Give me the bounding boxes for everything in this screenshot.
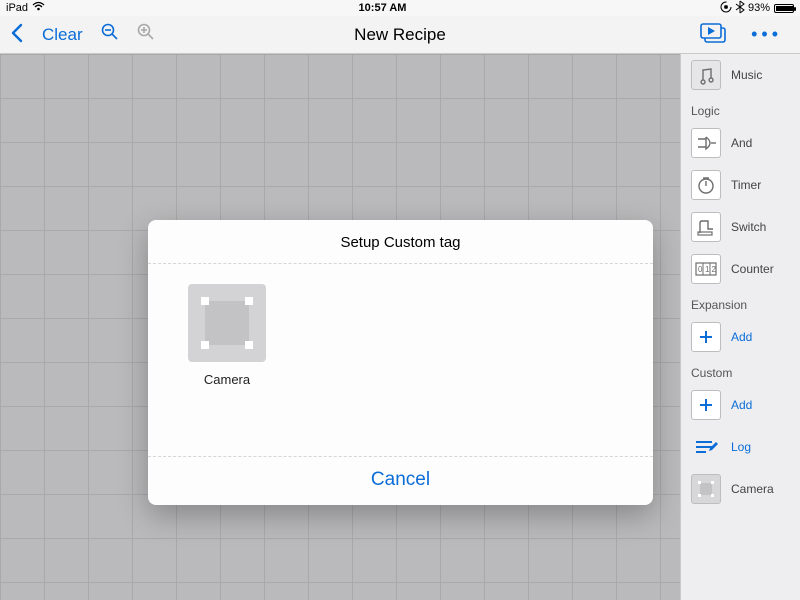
battery-percent: 93% — [748, 2, 770, 14]
toolbar: Clear New Recipe ••• — [0, 16, 800, 54]
wifi-icon — [32, 2, 45, 14]
tile-label: Camera — [204, 372, 250, 387]
status-time: 10:57 AM — [45, 2, 720, 14]
cancel-button[interactable]: Cancel — [148, 457, 653, 505]
dialog-title: Setup Custom tag — [148, 220, 653, 264]
clear-button[interactable]: Clear — [42, 25, 83, 45]
more-button[interactable]: ••• — [751, 24, 782, 45]
zoom-in-button[interactable] — [137, 23, 155, 46]
device-label: iPad — [6, 2, 28, 14]
bluetooth-icon — [736, 1, 744, 16]
camera-tag-icon — [188, 284, 266, 362]
battery-icon — [774, 4, 794, 13]
zoom-out-button[interactable] — [101, 23, 119, 46]
presentation-button[interactable] — [699, 24, 729, 46]
orientation-lock-icon — [720, 1, 732, 16]
custom-tag-tile-camera[interactable]: Camera — [188, 284, 266, 387]
setup-custom-tag-dialog: Setup Custom tag Camera Cancel — [148, 220, 653, 505]
main-area: Music Logic And Timer Switch 012 — [0, 54, 800, 600]
back-button[interactable] — [10, 23, 24, 47]
status-bar: iPad 10:57 AM 93% — [0, 0, 800, 16]
dialog-body: Camera — [148, 264, 653, 457]
